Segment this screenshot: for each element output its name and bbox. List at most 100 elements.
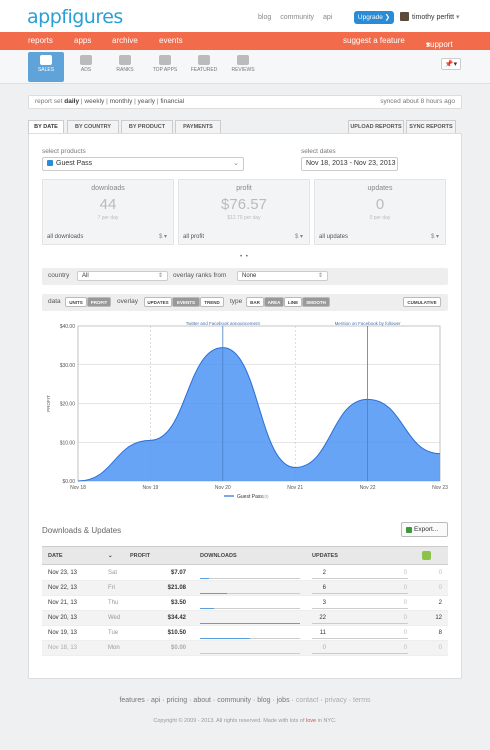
footer-link-jobs[interactable]: jobs — [277, 697, 290, 704]
product-value: Guest Pass — [56, 160, 93, 167]
nav-events[interactable]: events — [159, 36, 183, 45]
tool-ads[interactable]: ADS — [68, 52, 104, 82]
x-tick-label: Nov 20 — [215, 485, 231, 491]
country-filter-row: country All ⇕ overlay ranks from None ⇕ — [42, 268, 448, 285]
stat-footer: all profit — [183, 234, 205, 240]
copyright: Copyright © 2009 - 2013. All rights rese… — [0, 718, 490, 724]
top-links: blog community api — [258, 14, 339, 21]
reportset-financial[interactable]: financial — [160, 98, 184, 105]
footer-link-privacy[interactable]: privacy — [325, 697, 347, 704]
footer-link-api[interactable]: api — [151, 697, 160, 704]
nav-reports[interactable]: reports — [28, 36, 53, 45]
type-label: type — [230, 298, 243, 305]
currency-menu-icon[interactable]: $ ▾ — [159, 233, 167, 240]
tab-payments[interactable]: PAYMENTS — [175, 120, 221, 134]
overlay-ranks-select[interactable]: None ⇕ — [237, 271, 328, 281]
reportset-yearly[interactable]: yearly — [138, 98, 155, 105]
upload-reports-button[interactable]: UPLOAD REPORTS — [348, 120, 404, 134]
table-row[interactable]: Nov 20, 13 Wed $34.42 22 0 12 — [42, 611, 448, 626]
tool-label: RANKS — [116, 67, 134, 73]
footer-link-community[interactable]: community — [217, 697, 251, 704]
reportset-monthly[interactable]: monthly — [110, 98, 133, 105]
overlay-trend-toggle[interactable]: TREND — [200, 297, 224, 307]
footer-link-terms[interactable]: terms — [353, 697, 371, 704]
cell-updates: 0 — [403, 615, 407, 621]
downloads-bar — [200, 623, 300, 624]
table-row[interactable]: Nov 21, 13 Thu $3.50 3 0 2 — [42, 596, 448, 611]
overlay-ranks-value: None — [242, 273, 257, 279]
nav-archive[interactable]: archive — [112, 36, 138, 45]
community-link[interactable]: community — [280, 14, 314, 21]
sync-reports-button[interactable]: SYNC REPORTS — [406, 120, 456, 134]
tab-by-product[interactable]: BY PRODUCT — [121, 120, 173, 134]
table-row[interactable]: Nov 19, 13 Tue $10.50 11 0 8 — [42, 626, 448, 641]
overlay-label: overlay — [117, 298, 138, 305]
avatar[interactable] — [400, 12, 409, 21]
reportset-weekly[interactable]: weekly — [84, 98, 104, 105]
legend-label[interactable]: Guest Pass — [237, 494, 263, 500]
overlay-events-toggle[interactable]: EVENTS — [172, 297, 200, 307]
event-label[interactable]: Twitter and Facebook announcement — [186, 321, 261, 326]
country-select[interactable]: All ⇕ — [77, 271, 168, 281]
profit-chart[interactable]: $0.00$10.00$20.00$30.00$40.00Nov 18 Nov 1… — [42, 318, 448, 508]
tool-label: ADS — [80, 67, 92, 73]
pin-button[interactable]: 📌▾ — [441, 58, 461, 70]
chart-options-row: data UNITS PROFIT overlay UPDATES EVENTS… — [42, 294, 448, 311]
stat-value: 44 — [99, 196, 117, 213]
nav-apps[interactable]: apps — [74, 36, 91, 45]
data-units-toggle[interactable]: UNITS — [65, 297, 87, 307]
currency-menu-icon[interactable]: $ ▾ — [431, 233, 439, 240]
footer-link-about[interactable]: about — [193, 697, 211, 704]
upgrade-button[interactable]: Upgrade ❯ — [354, 11, 394, 24]
x-tick-label: Nov 23 — [432, 485, 448, 491]
data-profit-toggle[interactable]: PROFIT — [87, 297, 111, 307]
tool-reviews[interactable]: REVIEWS — [225, 52, 261, 82]
downloads-bar — [200, 653, 300, 654]
type-line-toggle[interactable]: LINE — [284, 297, 302, 307]
chevron-down-icon[interactable]: ⌄ — [108, 553, 113, 559]
cumulative-toggle[interactable]: CUMULATIVE — [403, 297, 441, 307]
tool-featured[interactable]: FEATURED — [186, 52, 222, 82]
footer-link-features[interactable]: features — [119, 697, 144, 704]
footer-link-blog[interactable]: blog — [257, 697, 270, 704]
suggest-feature-link[interactable]: suggest a feature — [343, 36, 405, 45]
overlay-updates-toggle[interactable]: UPDATES — [144, 297, 172, 307]
type-bar-toggle[interactable]: BAR — [246, 297, 264, 307]
stat-sub: 7 per day — [97, 215, 119, 221]
table-row[interactable]: Nov 18, 13 Mon $0.00 0 0 0 — [42, 641, 448, 656]
type-area-toggle[interactable]: AREA — [264, 297, 284, 307]
table-row[interactable]: Nov 22, 13 Fri $21.08 6 0 0 — [42, 581, 448, 596]
tool-ranks[interactable]: RANKS — [107, 52, 143, 82]
footer-link-pricing[interactable]: pricing — [167, 697, 188, 704]
type-smooth-toggle[interactable]: SMOOTH — [302, 297, 330, 307]
appfigures-logo[interactable]: appfigures — [27, 6, 123, 28]
stat-footer: all downloads — [47, 234, 84, 240]
reportset-daily[interactable]: daily — [64, 98, 79, 105]
user-menu[interactable]: timothy perfitt ▾ — [412, 13, 459, 21]
col-profit[interactable]: PROFIT — [130, 553, 150, 559]
product-select[interactable]: Guest Pass ⌄ — [42, 157, 244, 171]
reviews-icon — [237, 55, 249, 65]
stat-profit[interactable]: profit $76.57 $12.76 per day all profit … — [178, 179, 310, 245]
tool-sales[interactable]: SALES — [28, 52, 64, 82]
x-tick-label: Nov 18 — [70, 485, 86, 491]
col-downloads[interactable]: DOWNLOADS — [200, 553, 237, 559]
tab-by-date[interactable]: BY DATE — [28, 120, 64, 134]
col-updates[interactable]: UPDATES — [312, 553, 338, 559]
col-date[interactable]: DATE — [48, 553, 63, 559]
stat-updates[interactable]: updates 0 0 per day all updates $ ▾ — [314, 179, 446, 245]
event-label[interactable]: Mention on Facebook by follower — [335, 321, 402, 326]
main-nav: reports apps archive events suggest a fe… — [0, 32, 490, 50]
export-button[interactable]: Export... — [401, 522, 448, 537]
footer-link-contact[interactable]: contact — [296, 697, 319, 704]
tab-by-country[interactable]: BY COUNTRY — [67, 120, 119, 134]
tool-top-apps[interactable]: TOP APPS — [147, 52, 183, 82]
copyright-text-end: in NYC. — [316, 718, 337, 724]
date-range-picker[interactable]: Nov 18, 2013 - Nov 23, 2013 — [301, 157, 398, 171]
table-row[interactable]: Nov 23, 13 Sat $7.07 2 0 0 — [42, 566, 448, 581]
api-link[interactable]: api — [323, 14, 332, 21]
blog-link[interactable]: blog — [258, 14, 271, 21]
currency-menu-icon[interactable]: $ ▾ — [295, 233, 303, 240]
pager-dots[interactable]: • • — [240, 254, 249, 260]
stat-downloads[interactable]: downloads 44 7 per day all downloads $ ▾ — [42, 179, 174, 245]
